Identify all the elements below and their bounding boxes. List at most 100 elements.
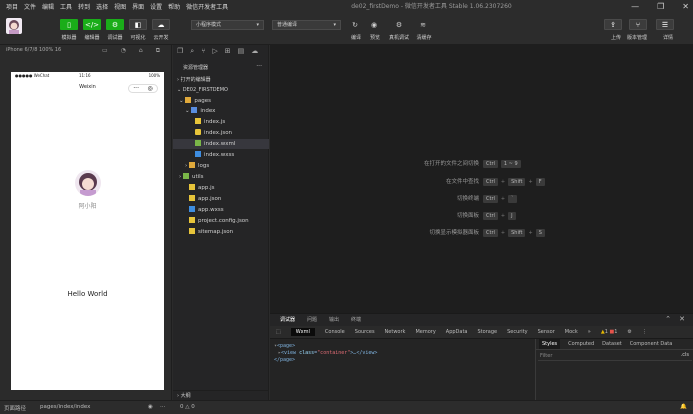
editor-toggle[interactable]: </> 编辑器 — [83, 19, 101, 41]
tab-debugger[interactable]: 调试器 — [280, 314, 295, 326]
more-icon[interactable]: ··· — [133, 85, 139, 92]
eye-icon: ◉ — [370, 20, 378, 29]
outline-section[interactable]: › 大纲 — [173, 390, 269, 400]
warning-badge[interactable]: ▲1 ■1 — [601, 329, 618, 335]
volume-icon[interactable]: ◔ — [121, 47, 126, 55]
code-icon: </> — [83, 19, 101, 30]
tree-file-sitemap[interactable]: sitemap.json — [173, 227, 269, 237]
eye-icon[interactable]: ◉ — [148, 404, 153, 410]
menu-view[interactable]: 视图 — [114, 2, 126, 11]
tab-sources[interactable]: Sources — [355, 329, 375, 335]
tree-file-index-json[interactable]: index.json — [173, 128, 269, 138]
clear-cache-button[interactable]: ≋ 清缓存 — [414, 19, 432, 42]
preview-button[interactable]: ◉ 预览 — [365, 19, 383, 42]
minimize-icon[interactable]: — — [631, 2, 639, 11]
tree-folder-index[interactable]: ⌄ index — [173, 106, 269, 116]
error-count[interactable]: 0 △ 0 — [180, 404, 195, 410]
tab-wxml[interactable]: Wxml — [290, 328, 315, 336]
upload-button[interactable]: ⇪ 上传 — [604, 19, 622, 41]
tree-file-index-wxml[interactable]: index.wxml — [173, 139, 269, 149]
visual-toggle[interactable]: ◧ 可视化 — [129, 19, 147, 41]
menu-tools[interactable]: 工具 — [60, 2, 72, 11]
tab-computed[interactable]: Computed — [568, 339, 594, 349]
tab-appdata[interactable]: AppData — [446, 329, 468, 335]
debugger-toggle[interactable]: ⚙ 调试器 — [106, 19, 124, 41]
menu-select[interactable]: 选择 — [96, 2, 108, 11]
gear-icon[interactable]: ⚙ — [627, 329, 631, 335]
home-icon[interactable]: ⌂ — [139, 47, 143, 55]
simulator-toggle[interactable]: ▯ 模拟器 — [60, 19, 78, 41]
more-icon[interactable]: ⋮ — [642, 329, 647, 335]
tree-file-project-config[interactable]: project.config.json — [173, 216, 269, 226]
code-line[interactable]: ▾<page> — [274, 343, 534, 350]
tree-file-app-json[interactable]: app.json — [173, 194, 269, 204]
tab-styles[interactable]: Styles — [539, 339, 561, 349]
menu-project[interactable]: 项目 — [6, 2, 18, 11]
tab-terminal[interactable]: 终端 — [351, 314, 361, 326]
tab-memory[interactable]: Memory — [415, 329, 435, 335]
cls-toggle[interactable]: .cls — [681, 352, 689, 358]
maximize-icon[interactable]: ❐ — [657, 2, 664, 11]
tab-sensor[interactable]: Sensor — [538, 329, 555, 335]
tab-mock[interactable]: Mock — [565, 329, 578, 335]
tree-folder-logs[interactable]: › logs — [173, 161, 269, 171]
code-line[interactable]: </page> — [274, 357, 534, 364]
mode-select[interactable]: 小程序模式 ▾ — [191, 20, 264, 30]
user-avatar[interactable] — [6, 18, 22, 34]
tree-file-index-wxss[interactable]: index.wxss — [173, 150, 269, 160]
collapse-icon[interactable]: ⌃ — [665, 315, 671, 323]
real-device-debug-button[interactable]: ⚙ 真机调试 — [389, 19, 409, 42]
tree-file-app-wxss[interactable]: app.wxss — [173, 205, 269, 215]
tab-storage[interactable]: Storage — [478, 329, 498, 335]
phone-rotate-icon[interactable]: ▭ — [102, 47, 108, 55]
filter-input[interactable]: Filter — [538, 352, 692, 361]
tab-problems[interactable]: 问题 — [307, 314, 317, 326]
inspect-icon[interactable]: ⬚ — [276, 329, 281, 335]
tree-folder-utils[interactable]: › utils — [173, 172, 269, 182]
tree-file-index-js[interactable]: index.js — [173, 117, 269, 127]
phone-screen[interactable]: ●●●●● WeChat 11:16 100% Weixin ··· ◎ 阿小阳… — [11, 72, 164, 390]
extensions-icon[interactable]: ⊞ — [225, 47, 231, 56]
version-manage-label: 版本管理 — [626, 35, 647, 41]
more-icon[interactable]: ··· — [256, 63, 262, 70]
tab-output[interactable]: 输出 — [329, 314, 339, 326]
menu-goto[interactable]: 转到 — [78, 2, 90, 11]
exit-icon[interactable]: ◎ — [147, 85, 152, 92]
menu-ui[interactable]: 界面 — [132, 2, 144, 11]
tree-folder-pages[interactable]: ⌄ pages — [173, 96, 269, 106]
popout-icon[interactable]: ⧉ — [156, 47, 160, 55]
more-icon[interactable]: ··· — [160, 404, 165, 410]
version-manage-button[interactable]: ⑂ 版本管理 — [627, 19, 647, 41]
tab-security[interactable]: Security — [507, 329, 528, 335]
tab-console[interactable]: Console — [325, 329, 345, 335]
files-icon[interactable]: ❐ — [177, 47, 183, 56]
search-icon[interactable]: ⌕ — [190, 47, 194, 56]
tab-component-data[interactable]: Component Data — [630, 339, 673, 349]
cloud-icon[interactable]: ☁ — [251, 47, 258, 56]
menu-settings[interactable]: 设置 — [150, 2, 162, 11]
shortcut-label: 切换显示模拟器面板 — [429, 230, 479, 236]
notification-icon[interactable]: 🔔 — [680, 404, 687, 410]
cloud-dev-button[interactable]: ☁ 云开发 — [152, 19, 170, 41]
grid-icon[interactable]: ▤ — [238, 47, 245, 56]
menu-file[interactable]: 文件 — [24, 2, 36, 11]
debug-icon[interactable]: ▷ — [212, 47, 217, 56]
tab-dataset[interactable]: Dataset — [602, 339, 622, 349]
open-editors-section[interactable]: › 打开的编辑器 — [173, 76, 269, 85]
page-path[interactable]: pages/index/index — [40, 404, 90, 410]
capsule-menu[interactable]: ··· ◎ — [128, 84, 158, 93]
shortcut-keys: Ctrl + Shift + S — [483, 228, 545, 238]
tree-file-app-js[interactable]: app.js — [173, 183, 269, 193]
menu-help[interactable]: 帮助 — [168, 2, 180, 11]
menu-wechat-devtools[interactable]: 微信开发者工具 — [186, 2, 228, 11]
details-button[interactable]: ☰ 详情 — [656, 19, 674, 41]
close-icon[interactable]: ✕ — [682, 2, 689, 11]
project-section[interactable]: ⌄ DE02_FIRSTDEMO — [173, 86, 269, 95]
more-tabs-icon[interactable]: » — [588, 329, 591, 335]
compile-mode-select[interactable]: 普通编译 ▾ — [272, 20, 341, 30]
tab-network[interactable]: Network — [385, 329, 406, 335]
menu-edit[interactable]: 编辑 — [42, 2, 54, 11]
code-line[interactable]: ▸<view class="container">…</view> — [274, 350, 534, 357]
branch-icon[interactable]: ⑂ — [201, 47, 205, 56]
close-icon[interactable]: ✕ — [679, 315, 685, 323]
